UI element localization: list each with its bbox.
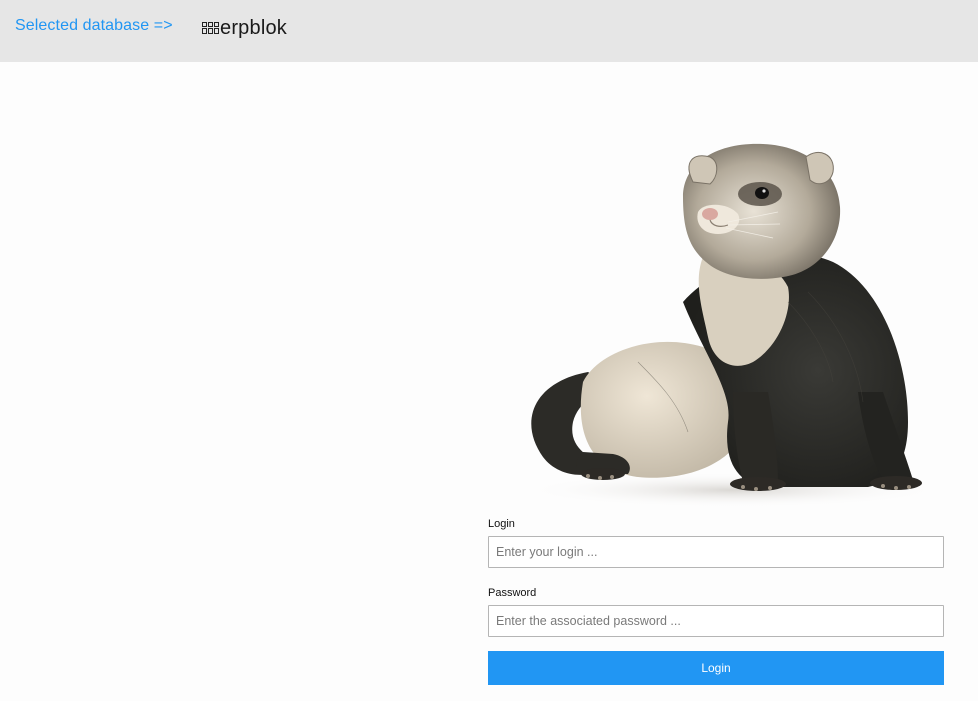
login-button[interactable]: Login xyxy=(488,651,944,685)
erpblok-logo: erpblok xyxy=(202,14,287,42)
selected-database-link[interactable]: Selected database => xyxy=(15,17,173,35)
login-label: Login xyxy=(488,518,515,530)
brand-name: erpblok xyxy=(220,16,287,39)
password-label: Password xyxy=(488,587,537,599)
login-form: Login Password Login xyxy=(488,517,944,685)
ferret-photo xyxy=(488,62,978,517)
erpblok-logo-mark-icon xyxy=(202,22,219,34)
password-input[interactable] xyxy=(488,605,944,637)
login-input[interactable] xyxy=(488,536,944,568)
top-bar: Selected database => erpblok xyxy=(0,0,978,62)
